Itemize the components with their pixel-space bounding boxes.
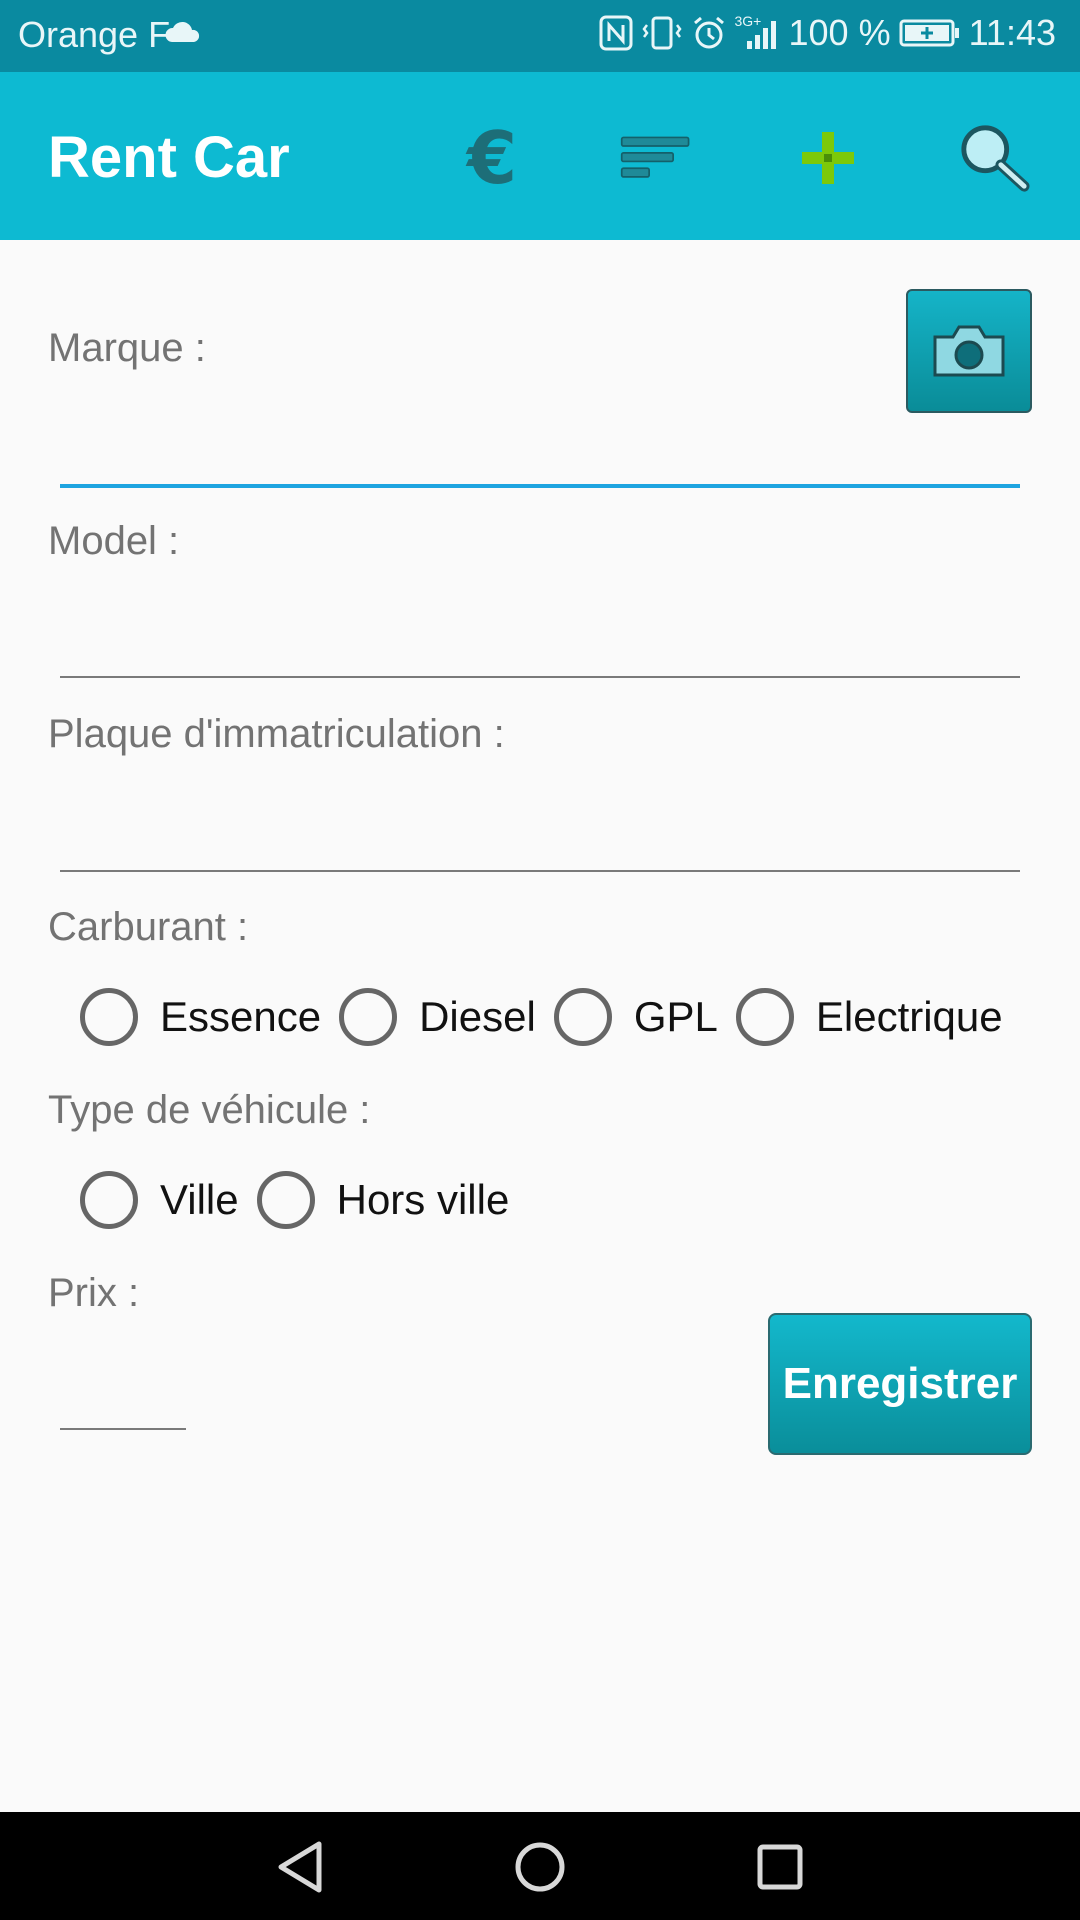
model-input[interactable] <box>60 618 1020 678</box>
fuel-label: Carburant : <box>48 905 249 949</box>
radio-circle <box>553 988 612 1046</box>
radio-circle <box>256 1171 315 1229</box>
save-button[interactable]: Enregistrer <box>768 1313 1032 1455</box>
recent-apps-icon[interactable] <box>745 1832 815 1902</box>
carrier-name: Orange F <box>18 14 171 55</box>
camera-button[interactable] <box>906 289 1032 413</box>
sort-icon[interactable] <box>620 122 692 194</box>
home-icon[interactable] <box>505 1832 575 1902</box>
radio-circle <box>735 988 794 1046</box>
status-bar: Orange F 3G+ 100 % 11:43 <box>0 0 1080 72</box>
vehicle-type-option-hors-ville[interactable]: Hors ville <box>256 1171 510 1229</box>
vibrate-icon <box>641 15 683 51</box>
add-icon[interactable] <box>792 122 864 194</box>
vehicle-type-label: Type de véhicule : <box>48 1088 371 1132</box>
price-label: Prix : <box>48 1271 140 1315</box>
brand-input[interactable] <box>60 428 1020 488</box>
network-type: 3G+ <box>734 13 762 29</box>
radio-label: Essence <box>160 993 322 1040</box>
alarm-icon <box>691 15 727 51</box>
radio-circle <box>80 988 138 1046</box>
vehicle-type-option-ville[interactable]: Ville <box>80 1171 239 1229</box>
fuel-option-gpl[interactable]: GPL <box>553 988 718 1046</box>
nfc-icon <box>599 15 633 51</box>
fuel-option-diesel[interactable]: Diesel <box>339 988 536 1046</box>
model-label: Model : <box>48 519 180 563</box>
app-toolbar: Rent Car € <box>0 72 1080 240</box>
euro-icon[interactable]: € <box>456 122 528 194</box>
radio-label: Diesel <box>419 993 536 1040</box>
battery-percent: 100 % <box>788 12 891 53</box>
brand-label: Marque : <box>48 326 206 370</box>
battery-charging-icon <box>899 18 961 48</box>
plate-input[interactable] <box>60 812 1020 872</box>
app-title: Rent Car <box>48 125 290 190</box>
radio-label: Electrique <box>815 993 1003 1040</box>
signal-icon: 3G+ <box>734 13 781 51</box>
back-icon[interactable] <box>265 1832 335 1902</box>
vehicle-type-radio-group: Ville Hors ville <box>80 1171 527 1229</box>
radio-circle <box>80 1171 138 1229</box>
fuel-option-electrique[interactable]: Electrique <box>735 988 1003 1046</box>
fuel-radio-group: Essence Diesel GPL Electrique <box>80 988 1021 1046</box>
plate-label: Plaque d'immatriculation : <box>48 712 505 756</box>
search-icon[interactable] <box>958 122 1030 194</box>
radio-label: Ville <box>160 1176 239 1223</box>
radio-label: GPL <box>633 993 718 1040</box>
clock: 11:43 <box>968 12 1056 53</box>
fuel-option-essence[interactable]: Essence <box>80 988 321 1046</box>
radio-circle <box>339 988 398 1046</box>
camera-icon <box>933 325 1005 377</box>
cloud-icon <box>164 18 202 44</box>
navigation-bar <box>0 1812 1080 1920</box>
price-input[interactable] <box>60 1370 186 1430</box>
radio-label: Hors ville <box>336 1176 510 1223</box>
